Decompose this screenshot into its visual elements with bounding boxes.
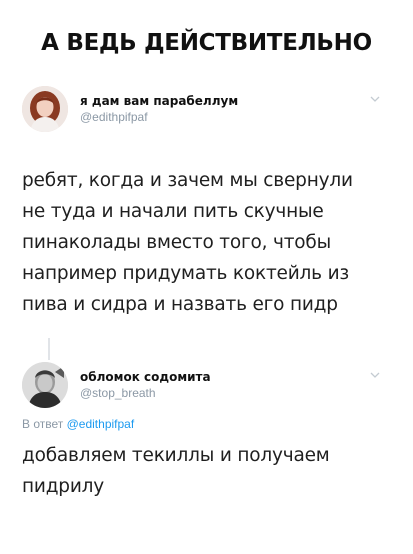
replying-mention-link[interactable]: @edithpifpaf	[67, 417, 135, 431]
tweet-text-line: например придумать коктейль из	[22, 263, 350, 284]
tweet-text-line: пинаколады вместо того, чтобы	[22, 232, 332, 253]
tweet-text: добавляем текиллы и получаем пидрилу	[22, 440, 395, 502]
author-names: я дам вам парабеллум @edithpifpaf	[80, 93, 238, 125]
tweet-text-line: добавляем текиллы и получаем	[22, 445, 330, 466]
avatar-man-icon	[22, 362, 68, 408]
user-handle[interactable]: @stop_breath	[80, 385, 211, 401]
chevron-down-icon[interactable]	[369, 370, 381, 380]
avatar[interactable]	[22, 86, 68, 132]
tweet-text-line: пива и сидра и назвать его пидр	[22, 294, 338, 315]
replying-prefix: В ответ	[22, 417, 64, 431]
replying-to: В ответ @edithpifpaf	[22, 416, 395, 432]
tweet-text-line: пидрилу	[22, 476, 105, 497]
thread-connector	[48, 338, 50, 360]
display-name[interactable]: обломок содомита	[80, 369, 211, 385]
avatar-woman-icon	[22, 86, 68, 132]
tweet-header: я дам вам парабеллум @edithpifpaf	[22, 86, 395, 138]
user-handle[interactable]: @edithpifpaf	[80, 109, 238, 125]
tweet-text-line: не туда и начали пить скучные	[22, 201, 324, 222]
tweet-original[interactable]: я дам вам парабеллум @edithpifpaf ребят,…	[22, 86, 395, 320]
page-headline: А ВЕДЬ ДЕЙСТВИТЕЛЬНО	[41, 30, 372, 56]
tweet-reply[interactable]: обломок содомита @stop_breath В ответ @e…	[22, 362, 395, 502]
display-name[interactable]: я дам вам парабеллум	[80, 93, 238, 109]
author-names: обломок содомита @stop_breath	[80, 369, 211, 401]
tweet-text: ребят, когда и зачем мы свернули не туда…	[22, 165, 395, 320]
avatar[interactable]	[22, 362, 68, 408]
chevron-down-icon[interactable]	[369, 94, 381, 104]
tweet-header: обломок содомита @stop_breath	[22, 362, 395, 414]
tweet-text-line: ребят, когда и зачем мы свернули	[22, 170, 353, 191]
